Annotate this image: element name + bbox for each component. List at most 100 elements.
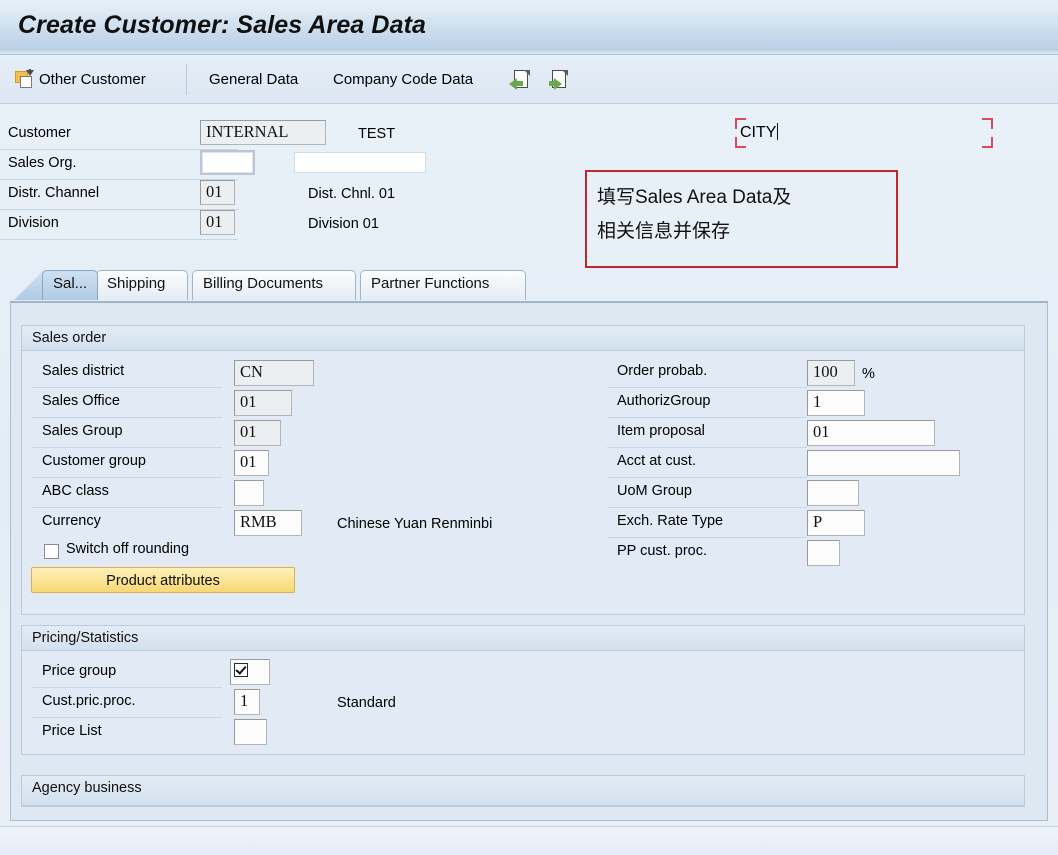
group-pricing-statistics-header: Pricing/Statistics [22, 626, 1024, 651]
annotation-callout: 填写Sales Area Data及 相关信息并保存 [585, 170, 898, 268]
division-description: Division 01 [308, 216, 379, 232]
row-pp-cust-proc: PP cust. proc. [607, 538, 807, 568]
general-data-button[interactable]: General Data [196, 55, 307, 104]
row-sales-office: Sales Office [32, 388, 222, 418]
group-sales-order-header: Sales order [22, 326, 1024, 351]
order-probab-label: Order probab. [617, 363, 708, 379]
row-acct-at-cust: Acct at cust. [607, 448, 807, 478]
tab-partner-functions[interactable]: Partner Functions [360, 270, 526, 300]
document-back-icon [509, 69, 531, 91]
abc-class-label: ABC class [42, 483, 109, 499]
row-authoriz-group: AuthorizGroup [607, 388, 807, 418]
group-agency-business-title: Agency business [32, 780, 142, 796]
exch-rate-type-label: Exch. Rate Type [617, 513, 724, 529]
group-agency-business[interactable]: Agency business [21, 775, 1025, 807]
row-cust-pric-proc: Cust.pric.proc. [32, 688, 222, 718]
document-forward-icon [547, 69, 569, 91]
distr-channel-label: Distr. Channel [8, 185, 100, 201]
uom-group-label: UoM Group [617, 483, 692, 499]
currency-description: Chinese Yuan Renminbi [337, 516, 493, 532]
sales-office-input[interactable]: 01 [234, 390, 292, 416]
next-document-button[interactable] [538, 55, 578, 104]
group-pricing-statistics: Pricing/Statistics Price group Cust.pric… [21, 625, 1025, 755]
sales-group-input[interactable]: 01 [234, 420, 281, 446]
sales-group-label: Sales Group [42, 423, 123, 439]
switch-off-rounding-checkbox[interactable] [44, 544, 59, 559]
product-attributes-button[interactable]: Product attributes [31, 567, 295, 593]
acct-at-cust-input[interactable] [807, 450, 960, 476]
customer-group-input[interactable]: 01 [234, 450, 269, 476]
sales-org-input[interactable] [200, 150, 255, 175]
sales-office-label: Sales Office [42, 393, 120, 409]
currency-input[interactable]: RMB [234, 510, 302, 536]
annotation-line-2: 相关信息并保存 [597, 221, 731, 242]
pp-cust-proc-label: PP cust. proc. [617, 543, 707, 559]
page-title: Create Customer: Sales Area Data [18, 11, 426, 39]
other-customer-label: Other Customer [39, 71, 146, 88]
row-price-group: Price group [32, 658, 222, 688]
authoriz-group-input[interactable]: 1 [807, 390, 865, 416]
sales-district-label: Sales district [42, 363, 125, 379]
status-bar [0, 826, 1058, 855]
order-probab-input[interactable]: 100 [807, 360, 855, 386]
cust-pric-proc-description: Standard [337, 695, 396, 711]
price-list-input[interactable] [234, 719, 267, 745]
exch-rate-type-input[interactable]: P [807, 510, 865, 536]
customer-label: Customer [8, 125, 71, 141]
window-title-bar: Create Customer: Sales Area Data [0, 0, 1058, 55]
group-sales-order-title: Sales order [32, 330, 107, 346]
acct-at-cust-label: Acct at cust. [617, 453, 696, 469]
item-proposal-input[interactable]: 01 [807, 420, 935, 446]
cust-pric-proc-input[interactable]: 1 [234, 689, 260, 715]
other-customer-button[interactable]: Other Customer [6, 55, 155, 104]
row-currency: Currency [32, 508, 222, 538]
checkbox-checked-icon [234, 663, 248, 677]
switch-off-rounding-label: Switch off rounding [66, 541, 190, 557]
previous-document-button[interactable] [500, 55, 540, 104]
price-list-label: Price List [42, 723, 102, 739]
row-uom-group: UoM Group [607, 478, 807, 508]
tab-shipping[interactable]: Shipping [96, 270, 188, 300]
division-label: Division [8, 215, 59, 231]
order-probab-suffix: % [862, 366, 875, 382]
row-customer-group: Customer group [32, 448, 222, 478]
distr-channel-input[interactable]: 01 [200, 180, 235, 205]
tab-strip: Sal... Shipping Billing Documents Partne… [0, 270, 1058, 302]
row-order-probab: Order probab. [607, 358, 807, 388]
pp-cust-proc-input[interactable] [807, 540, 840, 566]
currency-label: Currency [42, 513, 101, 529]
company-code-data-button[interactable]: Company Code Data [320, 55, 482, 104]
customer-group-label: Customer group [42, 453, 146, 469]
company-code-data-label: Company Code Data [333, 71, 474, 88]
sap-window: Create Customer: Sales Area Data Other C… [0, 0, 1058, 855]
general-data-label: General Data [209, 71, 299, 88]
customer-header-block: Customer Sales Org. Distr. Channel Divis… [0, 104, 1058, 264]
city-value: CITY [740, 124, 777, 141]
row-item-proposal: Item proposal [607, 418, 807, 448]
city-input[interactable]: CITY [740, 123, 779, 142]
sales-org-description-field [294, 152, 426, 173]
customer-description: TEST [358, 126, 396, 142]
price-group-label: Price group [42, 663, 117, 679]
row-sales-district: Sales district [32, 358, 222, 388]
group-pricing-statistics-title: Pricing/Statistics [32, 630, 139, 646]
authoriz-group-label: AuthorizGroup [617, 393, 711, 409]
annotation-line-1: 填写Sales Area Data及 [597, 187, 792, 208]
row-exch-rate-type: Exch. Rate Type [607, 508, 807, 538]
row-abc-class: ABC class [32, 478, 222, 508]
sales-org-label: Sales Org. [8, 155, 77, 171]
uom-group-input[interactable] [807, 480, 859, 506]
customer-input[interactable]: INTERNAL [200, 120, 326, 145]
group-sales-order: Sales order Sales district CN Sales Offi… [21, 325, 1025, 615]
tab-billing-documents[interactable]: Billing Documents [192, 270, 356, 300]
item-proposal-label: Item proposal [617, 423, 705, 439]
text-caret [777, 123, 779, 140]
price-group-input[interactable] [230, 659, 270, 685]
abc-class-input[interactable] [234, 480, 264, 506]
cust-pric-proc-label: Cust.pric.proc. [42, 693, 136, 709]
row-price-list: Price List [32, 718, 222, 748]
division-input[interactable]: 01 [200, 210, 235, 235]
sales-district-input[interactable]: CN [234, 360, 314, 386]
tab-sales[interactable]: Sal... [42, 270, 98, 300]
other-customer-icon [15, 69, 35, 89]
